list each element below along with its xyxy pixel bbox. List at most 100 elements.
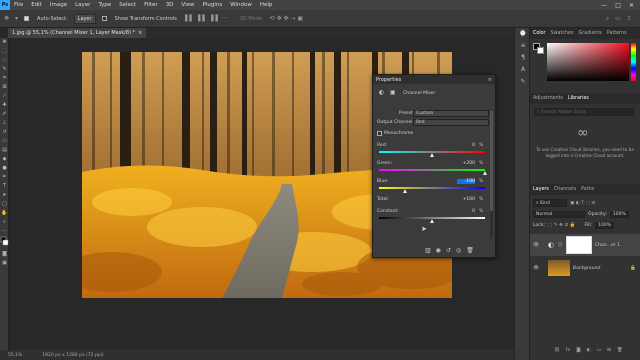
eraser-tool-icon[interactable]: ▭ bbox=[0, 137, 9, 146]
close-icon[interactable]: ✕ bbox=[629, 2, 634, 9]
delete-layer-icon[interactable]: 🗑 bbox=[617, 348, 623, 353]
frame-tool-icon[interactable]: ⊠ bbox=[0, 83, 9, 92]
menu-type[interactable]: Type bbox=[94, 2, 115, 8]
blue-slider-track[interactable] bbox=[379, 187, 485, 189]
background-swatch[interactable] bbox=[537, 47, 544, 54]
stamp-tool-icon[interactable]: ⊥ bbox=[0, 119, 9, 128]
green-slider-thumb[interactable] bbox=[482, 171, 487, 175]
gradient-tool-icon[interactable]: ▤ bbox=[0, 146, 9, 155]
type-tool-icon[interactable]: T bbox=[0, 182, 9, 191]
blur-tool-icon[interactable]: ◆ bbox=[0, 155, 9, 164]
document-tab[interactable]: 1.jpg @ 55,1% (Channel Mixer 1, Layer Ma… bbox=[8, 28, 147, 38]
history-brush-tool-icon[interactable]: ↺ bbox=[0, 128, 9, 137]
link-layers-icon[interactable]: ⛓ bbox=[554, 348, 560, 353]
auto-select-dropdown[interactable]: Layer bbox=[73, 13, 96, 24]
color-picker-field[interactable] bbox=[547, 43, 629, 81]
add-mask-icon[interactable]: ◙ bbox=[576, 348, 580, 353]
crop-tool-icon[interactable]: ⌗ bbox=[0, 74, 9, 83]
tab-swatches[interactable]: Swatches bbox=[551, 31, 574, 36]
new-adjustment-icon[interactable]: ◐ bbox=[587, 348, 591, 353]
mask-icon[interactable]: ▣ bbox=[390, 89, 396, 96]
new-layer-icon[interactable]: ⊞ bbox=[607, 348, 611, 353]
zoom-level[interactable]: 55,1% bbox=[8, 353, 22, 358]
tab-channels[interactable]: Channels bbox=[554, 187, 576, 192]
filter-icons[interactable]: ▣ ◐ T ⬚ ⊡ bbox=[570, 201, 595, 206]
paragraph-icon[interactable]: ¶ bbox=[515, 52, 531, 64]
pen-tool-icon[interactable]: ✒ bbox=[0, 173, 9, 182]
foreground-background-color-icon[interactable] bbox=[0, 236, 9, 250]
tab-adjustments[interactable]: Adjustments bbox=[533, 96, 563, 101]
lock-icons[interactable]: ⬚ ✎ ✥ ⊡ 🔒 bbox=[548, 223, 575, 228]
hand-tool-icon[interactable]: ✋ bbox=[0, 209, 9, 218]
menu-layer[interactable]: Layer bbox=[71, 2, 94, 8]
properties-icon[interactable]: ≡ bbox=[515, 40, 531, 52]
marquee-tool-icon[interactable]: ⬚ bbox=[0, 47, 9, 56]
red-value[interactable]: 0 bbox=[457, 143, 475, 148]
eyedropper-tool-icon[interactable]: ⁄ bbox=[0, 92, 9, 101]
visibility-eye-icon[interactable]: 👁 bbox=[533, 266, 539, 271]
menu-select[interactable]: Select bbox=[115, 2, 140, 8]
tab-libraries[interactable]: Libraries bbox=[568, 96, 589, 101]
menu-file[interactable]: File bbox=[10, 2, 27, 8]
fx-icon[interactable]: fx bbox=[566, 348, 570, 353]
maximize-icon[interactable]: □ bbox=[615, 2, 621, 9]
blue-value[interactable]: -100 bbox=[457, 179, 475, 184]
workspace-icon[interactable]: ▭ bbox=[615, 15, 621, 22]
dodge-tool-icon[interactable]: ● bbox=[0, 164, 9, 173]
properties-scrollbar[interactable] bbox=[490, 111, 493, 237]
search-icon[interactable]: ⌕ bbox=[606, 15, 609, 23]
green-slider-track[interactable] bbox=[379, 169, 485, 171]
monochrome-checkbox[interactable] bbox=[377, 131, 384, 137]
blend-mode-dropdown[interactable]: Normal bbox=[533, 211, 585, 218]
menu-3d[interactable]: 3D bbox=[162, 2, 178, 8]
visibility-icon[interactable]: ◎ bbox=[456, 247, 461, 254]
view-previous-icon[interactable]: ◉ bbox=[436, 247, 441, 254]
photoshop-logo[interactable]: Ps bbox=[0, 0, 10, 10]
blue-slider-thumb[interactable] bbox=[403, 189, 407, 193]
layer-name[interactable]: Background bbox=[573, 266, 601, 271]
tab-paths[interactable]: Paths bbox=[581, 187, 594, 192]
properties-title[interactable]: Properties ≡ bbox=[373, 75, 495, 84]
fill-input[interactable]: 100% bbox=[595, 222, 615, 229]
minimize-icon[interactable]: — bbox=[601, 2, 607, 9]
menu-window[interactable]: Window bbox=[226, 2, 256, 8]
output-channel-dropdown[interactable]: Red bbox=[413, 119, 489, 126]
tab-layers[interactable]: Layers bbox=[533, 187, 549, 192]
constant-slider-thumb[interactable] bbox=[429, 219, 434, 223]
layer-name[interactable]: Chan...er 1 bbox=[595, 243, 620, 248]
chevron-down-icon[interactable]: ▾ bbox=[15, 15, 18, 22]
constant-value[interactable]: 0 bbox=[457, 209, 475, 214]
reset-icon[interactable]: ↺ bbox=[446, 247, 451, 254]
delete-icon[interactable]: 🗑 bbox=[466, 247, 474, 254]
brush-settings-icon[interactable]: ✎ bbox=[515, 76, 531, 88]
layer-row[interactable]: 👁 ◐ ⛓ Chan...er 1 bbox=[530, 234, 640, 256]
move-tool-icon[interactable]: ✥ bbox=[0, 38, 9, 47]
layer-thumbnail[interactable] bbox=[547, 260, 570, 276]
green-value[interactable]: +200 bbox=[457, 161, 475, 166]
menu-help[interactable]: Help bbox=[256, 2, 277, 8]
menu-filter[interactable]: Filter bbox=[140, 2, 162, 8]
menu-plugins[interactable]: Plugins bbox=[198, 2, 226, 8]
move-tool-icon[interactable]: ✥ bbox=[4, 15, 9, 22]
document-info[interactable]: 1920 px x 1280 px (72 ppi) bbox=[42, 353, 103, 358]
history-icon[interactable]: ⌚ bbox=[515, 28, 531, 40]
zoom-tool-icon[interactable]: ⌕ bbox=[0, 218, 9, 227]
share-icon[interactable]: ⇪ bbox=[627, 15, 640, 22]
show-transform-checkbox[interactable] bbox=[101, 15, 109, 22]
layer-row[interactable]: 👁 Background 🔒 bbox=[530, 258, 640, 278]
shape-tool-icon[interactable]: ▢ bbox=[0, 200, 9, 209]
close-tab-icon[interactable]: × bbox=[138, 30, 142, 36]
brush-tool-icon[interactable]: ✐ bbox=[0, 110, 9, 119]
new-group-icon[interactable]: ▭ bbox=[597, 348, 601, 353]
tab-patterns[interactable]: Patterns bbox=[607, 31, 627, 36]
opacity-input[interactable]: 100% bbox=[609, 211, 629, 218]
panel-menu-icon[interactable]: ≡ bbox=[488, 77, 495, 83]
quick-select-tool-icon[interactable]: ✎ bbox=[0, 65, 9, 74]
preset-dropdown[interactable]: Custom bbox=[413, 110, 489, 117]
menu-view[interactable]: View bbox=[177, 2, 198, 8]
clip-to-layer-icon[interactable]: ▥ bbox=[425, 247, 431, 254]
tab-gradients[interactable]: Gradients bbox=[578, 31, 601, 36]
red-slider-thumb[interactable] bbox=[429, 153, 434, 157]
chain-link-icon[interactable]: ⛓ bbox=[557, 243, 563, 248]
screen-mode-icon[interactable]: ▣ bbox=[0, 259, 9, 268]
